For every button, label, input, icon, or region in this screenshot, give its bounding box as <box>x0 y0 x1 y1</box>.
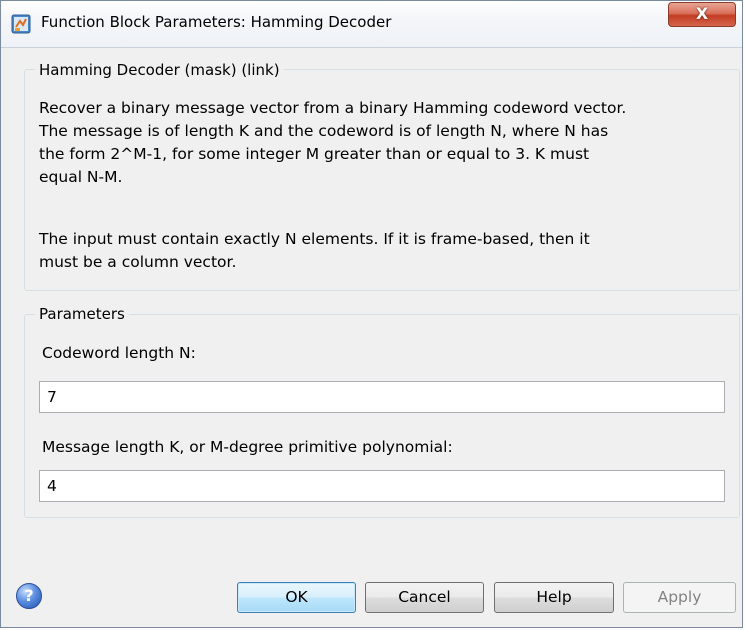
title-bar[interactable]: Function Block Parameters: Hamming Decod… <box>1 1 742 48</box>
codeword-length-input[interactable] <box>39 381 725 413</box>
simulink-block-icon <box>11 14 31 34</box>
close-icon: X <box>695 4 709 23</box>
description-line: The message is of length K and the codew… <box>39 122 609 140</box>
description-line: equal N-M. <box>39 168 123 186</box>
help-button[interactable]: Help <box>494 582 614 613</box>
ok-button[interactable]: OK <box>237 582 356 613</box>
close-button[interactable]: X <box>668 2 736 27</box>
message-length-label: Message length K, or M-degree primitive … <box>42 438 453 456</box>
description-line: must be a column vector. <box>39 253 237 271</box>
window-title: Function Block Parameters: Hamming Decod… <box>41 13 392 31</box>
dialog-window: Function Block Parameters: Hamming Decod… <box>0 0 743 628</box>
description-line: Recover a binary message vector from a b… <box>39 99 627 117</box>
mask-group-title: Hamming Decoder (mask) (link) <box>35 61 284 79</box>
question-mark-glyph: ? <box>24 586 34 605</box>
question-mark-icon[interactable]: ? <box>16 583 42 609</box>
description-line: the form 2^M-1, for some integer M great… <box>39 145 590 163</box>
message-length-input[interactable] <box>39 470 725 502</box>
description-line: The input must contain exactly N element… <box>39 230 590 248</box>
apply-button[interactable]: Apply <box>623 582 736 613</box>
parameters-group-title: Parameters <box>35 305 129 323</box>
codeword-length-label: Codeword length N: <box>42 344 196 362</box>
cancel-button[interactable]: Cancel <box>365 582 484 613</box>
